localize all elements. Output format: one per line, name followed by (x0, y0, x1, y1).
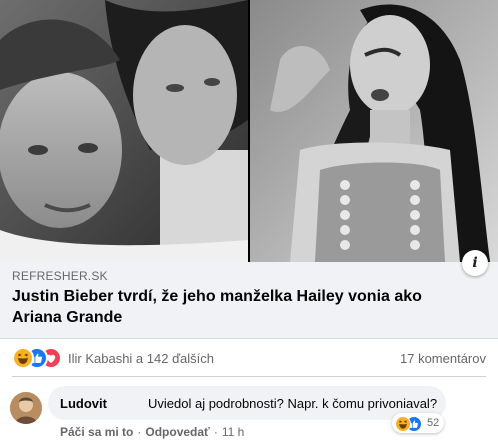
comment-reply-link[interactable]: Odpovedať (145, 425, 209, 439)
reaction-icons[interactable] (12, 347, 64, 369)
link-headline[interactable]: Justin Bieber tvrdí, že jeho manželka Ha… (12, 286, 467, 328)
reactions-bar: Ilir Kabashi a 142 ďalších 17 komentárov (0, 340, 498, 376)
comment-timestamp[interactable]: 11 h (222, 425, 244, 439)
divider (12, 376, 486, 377)
reactions-summary[interactable]: Ilir Kabashi a 142 ďalších (68, 351, 214, 366)
info-button[interactable]: i (462, 250, 488, 276)
comment-bubble: Ludovit Uviedol aj podrobnosti? Napr. k … (48, 386, 446, 420)
haha-icon (395, 416, 411, 432)
link-domain: REFRESHER.SK (12, 269, 108, 283)
comment-like-link[interactable]: Páči sa mi to (60, 425, 133, 439)
comment-reactions[interactable]: 52 (392, 413, 444, 433)
comment-author[interactable]: Ludovit (60, 396, 107, 411)
haha-icon (12, 347, 34, 369)
comments-count[interactable]: 17 komentárov (400, 351, 486, 366)
comment-text: Uviedol aj podrobnosti? Napr. k čomu pri… (148, 396, 438, 411)
photo-singer (250, 0, 498, 262)
link-preview-caption[interactable]: REFRESHER.SK Justin Bieber tvrdí, že jeh… (0, 262, 498, 339)
link-preview-image[interactable] (0, 0, 498, 262)
comment-reaction-count: 52 (427, 417, 440, 429)
separator: · (137, 425, 142, 439)
info-icon: i (472, 255, 478, 271)
separator: · (213, 425, 218, 439)
photo-couple (0, 0, 248, 262)
comment-actions: Páči sa mi to · Odpovedať · 11 h (60, 425, 244, 439)
avatar[interactable] (10, 392, 42, 424)
